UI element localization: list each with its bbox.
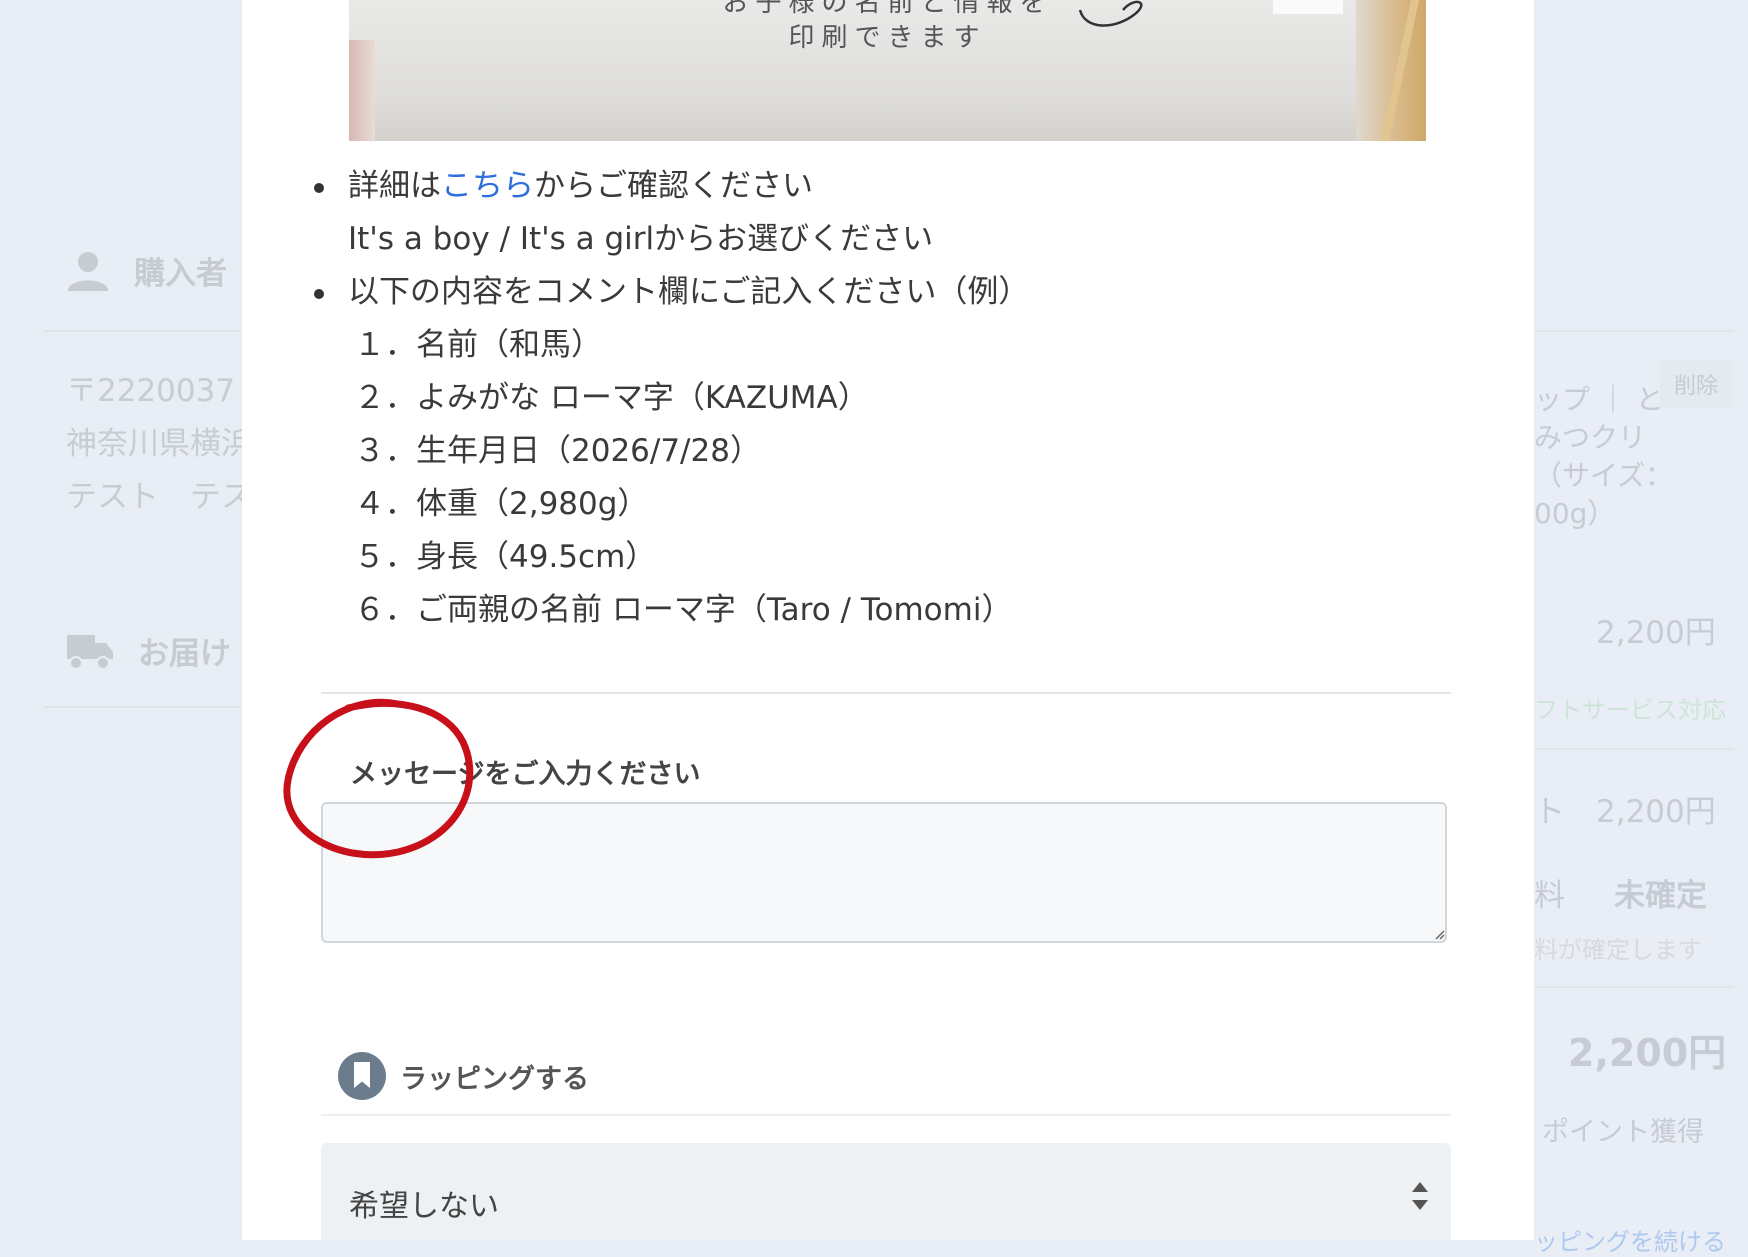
wrapping-selected-value: 希望しない — [349, 1189, 499, 1224]
example-item: ３．生年月日（2026/7/28） — [354, 433, 761, 469]
background-left-panel: 購入者 〒2220037 神奈川県横浜 テスト テス お届け — [0, 0, 252, 1240]
buyer-section-header: 購入者 — [66, 248, 227, 293]
shipping-status: 未確定 — [1614, 878, 1707, 914]
banner-text-line2: 印刷できます — [788, 23, 987, 53]
example-item: ６．ご両親の名前 ローマ字（Taro / Tomomi） — [354, 592, 1013, 628]
background-right-panel: 削除 ップ ｜ と みつクリ （サイズ： 00g） 2,200円 フトサービス対… — [1534, 0, 1748, 1256]
shipping-note: 料が確定します — [1534, 936, 1702, 964]
divider — [44, 330, 244, 332]
gift-service-note: フトサービス対応 — [1534, 696, 1726, 724]
list-item: 詳細はこちらからご確認ください — [314, 160, 1029, 213]
resize-handle-icon[interactable] — [1433, 928, 1445, 940]
delivery-label: お届け — [138, 636, 231, 672]
comment-note: 以下の内容をコメント欄にご記入ください（例） — [314, 266, 1029, 319]
banner-fabric — [349, 40, 375, 141]
product-name-fragment: （サイズ： — [1534, 459, 1674, 492]
wrapping-select[interactable]: 希望しない — [321, 1143, 1451, 1240]
subtotal-label: ト — [1534, 794, 1565, 830]
product-banner-image: お子様の名前と情報を 印刷できます — [349, 0, 1426, 141]
detail-prefix: 詳細は — [348, 168, 441, 204]
product-name-fragment: ップ ｜ と — [1534, 383, 1664, 416]
example-item: １．名前（和馬） — [354, 327, 602, 363]
product-name-fragment: みつクリ — [1534, 421, 1647, 454]
buyer-name: テスト テス — [66, 479, 252, 515]
select-arrows-icon — [1412, 1182, 1428, 1210]
truck-icon — [67, 634, 113, 670]
divider — [1534, 748, 1734, 750]
delivery-section-header: お届け — [66, 628, 231, 673]
user-icon — [68, 251, 108, 291]
points-note: ポイント獲得 — [1542, 1117, 1704, 1148]
detail-suffix: からご確認ください — [534, 168, 813, 204]
postal-code: 〒2220037 — [66, 373, 236, 409]
gender-note: It's a boy / It's a girlからお選びください — [348, 221, 934, 257]
section-divider — [321, 1114, 1451, 1116]
shipping-label: 料 — [1534, 878, 1565, 914]
example-item: ４．体重（2,980g） — [354, 486, 649, 522]
example-item: ２．よみがな ローマ字（KAZUMA） — [354, 380, 869, 416]
total-price: 2,200円 — [1568, 1031, 1727, 1075]
wrapping-icon — [338, 1052, 386, 1100]
wrapping-label: ラッピングする — [400, 1063, 589, 1095]
subtotal-value: 2,200円 — [1596, 794, 1716, 830]
wrapping-section-header: ラッピングする — [338, 1052, 589, 1100]
buyer-label: 購入者 — [134, 256, 227, 292]
product-name-fragment: 00g） — [1534, 497, 1616, 530]
address-text: 神奈川県横浜 — [66, 426, 252, 462]
divider — [1534, 986, 1734, 988]
example-item: ５．身長（49.5cm） — [354, 539, 657, 575]
detail-link[interactable]: こちら — [441, 168, 534, 204]
annotation-circle — [283, 698, 474, 859]
buyer-address: 〒2220037 神奈川県横浜 テスト テス — [66, 365, 252, 524]
instructions-list: 詳細はこちらからご確認ください It's a boy / It's a girl… — [314, 160, 1029, 637]
item-price: 2,200円 — [1596, 615, 1716, 651]
divider — [44, 706, 244, 708]
delete-button[interactable]: 削除 — [1660, 360, 1733, 408]
gift-option-modal: お子様の名前と情報を 印刷できます 詳細はこちらからご確認ください It's a… — [242, 0, 1534, 1240]
divider — [1534, 330, 1734, 332]
